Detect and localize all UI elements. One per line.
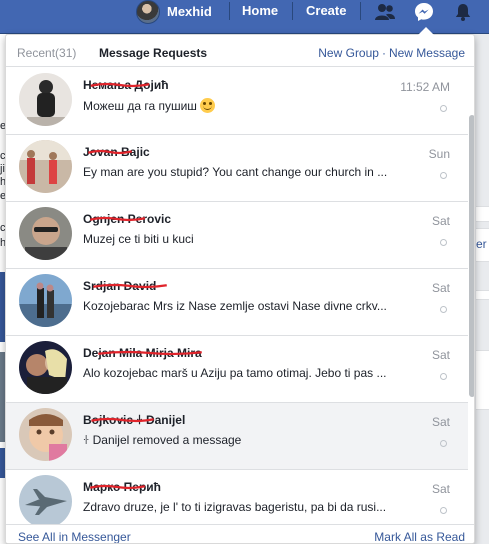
message-snippet: Можеш да га пушиш bbox=[83, 98, 423, 113]
background-card: er bbox=[476, 228, 489, 262]
conversation-item[interactable]: Dejan Mila Mirja Mira Alo kozojebac marš… bbox=[6, 336, 468, 403]
messenger-icon[interactable] bbox=[411, 1, 437, 23]
message-snippet: Alo kozojebac marš u Aziju pa tamo otima… bbox=[83, 366, 387, 380]
friend-requests-icon[interactable] bbox=[372, 1, 398, 23]
conversation-item[interactable]: Jovan Bajic Ey man are you stupid? You c… bbox=[6, 135, 468, 202]
message-time: Sat bbox=[431, 348, 450, 362]
header-actions: New Group · New Message bbox=[318, 46, 465, 60]
home-link[interactable]: Home bbox=[242, 0, 278, 23]
dropdown-footer: See All in Messenger Mark All as Read bbox=[6, 524, 474, 543]
mark-read-button[interactable] bbox=[440, 239, 447, 246]
message-time: Sat bbox=[431, 214, 450, 228]
conversation-item[interactable]: Bojkovic ꖌ Danijel ꖌ Danijel removed a m… bbox=[6, 403, 468, 470]
redaction-mark bbox=[91, 417, 154, 423]
background-card bbox=[476, 290, 489, 300]
nav-divider bbox=[292, 2, 293, 20]
dropdown-header: Recent(31) Message Requests New Group · Ne… bbox=[6, 35, 474, 67]
message-time: 11:52 AM bbox=[400, 80, 450, 94]
notifications-icon[interactable] bbox=[450, 1, 476, 23]
mark-read-button[interactable] bbox=[440, 105, 447, 112]
nav-divider bbox=[360, 2, 361, 20]
separator: · bbox=[381, 46, 386, 60]
profile-link[interactable]: Mexhid bbox=[136, 0, 212, 24]
message-time: Sat bbox=[431, 281, 450, 295]
avatar bbox=[19, 341, 72, 394]
messages-dropdown: Recent(31) Message Requests New Group · Ne… bbox=[5, 34, 475, 544]
tab-recent-label: Recent bbox=[17, 46, 56, 60]
background-page-right bbox=[475, 34, 489, 544]
dropdown-caret bbox=[418, 27, 434, 35]
message-snippet: Zdravo druze, je l' to ti izigravas bage… bbox=[83, 500, 387, 514]
message-time: Sat bbox=[431, 482, 450, 496]
avatar bbox=[19, 207, 72, 260]
top-navbar: Mexhid Home Create bbox=[0, 0, 489, 34]
redaction-mark bbox=[87, 149, 133, 155]
redaction-mark bbox=[89, 216, 146, 222]
conversation-item[interactable]: Немања Дојић Можеш да га пушиш 11:52 AM bbox=[6, 68, 468, 135]
avatar bbox=[136, 0, 160, 24]
mark-read-button[interactable] bbox=[440, 172, 447, 179]
see-all-messenger-link[interactable]: See All in Messenger bbox=[18, 530, 131, 543]
message-snippet: ꖌ Danijel removed a message bbox=[83, 433, 242, 447]
mark-read-button[interactable] bbox=[440, 440, 447, 447]
message-snippet: Ey man are you stupid? You cant change o… bbox=[83, 165, 388, 179]
tab-recent[interactable]: Recent(31) bbox=[17, 46, 76, 60]
message-time: Sun bbox=[428, 147, 450, 161]
mark-read-button[interactable] bbox=[440, 373, 447, 380]
message-snippet: Kozojebarac Mrs iz Nase zemlje ostavi Na… bbox=[83, 299, 387, 313]
new-message-link[interactable]: New Message bbox=[389, 46, 465, 60]
scrollbar-thumb[interactable] bbox=[469, 115, 474, 397]
avatar bbox=[19, 73, 72, 126]
avatar bbox=[19, 475, 72, 528]
conversation-item[interactable]: Ognjen Perovic Muzej ce ti biti u kuci S… bbox=[6, 202, 468, 269]
redaction-mark bbox=[90, 82, 150, 88]
conversation-item[interactable]: Srdjan David Kozojebarac Mrs iz Nase zem… bbox=[6, 269, 468, 336]
message-time: Sat bbox=[431, 415, 450, 429]
redaction-mark bbox=[98, 350, 202, 356]
mark-read-button[interactable] bbox=[440, 306, 447, 313]
nav-divider bbox=[229, 2, 230, 20]
tab-recent-count: (31) bbox=[55, 46, 77, 60]
background-text: er bbox=[476, 237, 487, 251]
redaction-mark bbox=[89, 484, 146, 490]
redaction-mark bbox=[93, 283, 167, 289]
background-card bbox=[476, 350, 489, 410]
message-snippet-text: Можеш да га пушиш bbox=[83, 99, 197, 113]
mark-all-read-link[interactable]: Mark All as Read bbox=[374, 530, 465, 543]
avatar bbox=[19, 408, 72, 461]
smile-emoji-icon bbox=[199, 98, 215, 113]
avatar bbox=[19, 140, 72, 193]
avatar bbox=[19, 274, 72, 327]
profile-name: Mexhid bbox=[167, 4, 212, 19]
tab-message-requests[interactable]: Message Requests bbox=[99, 46, 207, 60]
create-link[interactable]: Create bbox=[306, 0, 346, 23]
background-card bbox=[476, 206, 489, 222]
mark-read-button[interactable] bbox=[440, 507, 447, 514]
message-snippet: Muzej ce ti biti u kuci bbox=[83, 232, 194, 246]
new-group-link[interactable]: New Group bbox=[318, 46, 379, 60]
conversation-list: Немања Дојић Можеш да га пушиш 11:52 AM … bbox=[6, 68, 468, 537]
